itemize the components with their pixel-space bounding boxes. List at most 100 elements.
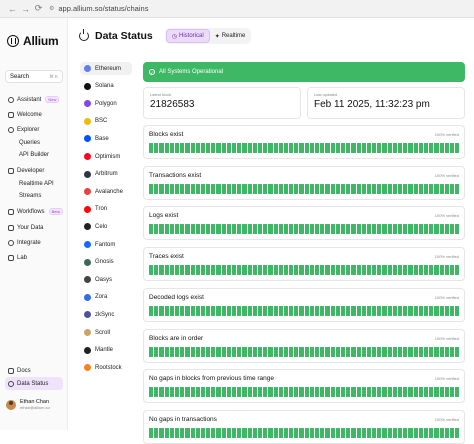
- uptime-bar[interactable]: [408, 224, 413, 235]
- uptime-bar[interactable]: [278, 224, 283, 235]
- uptime-bar[interactable]: [325, 265, 330, 276]
- uptime-bar[interactable]: [190, 265, 195, 276]
- uptime-bar[interactable]: [387, 387, 392, 398]
- uptime-bar[interactable]: [330, 143, 335, 153]
- uptime-bar[interactable]: [149, 265, 154, 276]
- uptime-bar[interactable]: [278, 387, 283, 398]
- uptime-bar[interactable]: [382, 427, 387, 438]
- uptime-bar[interactable]: [211, 224, 216, 235]
- uptime-bar[interactable]: [190, 143, 195, 153]
- uptime-bar[interactable]: [429, 346, 434, 357]
- chain-item-scroll[interactable]: Scroll: [80, 326, 132, 339]
- uptime-bar[interactable]: [408, 305, 413, 316]
- uptime-bar[interactable]: [309, 143, 314, 153]
- uptime-bar[interactable]: [257, 224, 263, 235]
- uptime-bar[interactable]: [216, 143, 221, 153]
- uptime-bar[interactable]: [149, 427, 154, 438]
- uptime-bar[interactable]: [429, 183, 434, 194]
- uptime-bar[interactable]: [434, 265, 439, 276]
- uptime-bar[interactable]: [315, 265, 320, 276]
- uptime-bar[interactable]: [346, 265, 351, 276]
- uptime-bar[interactable]: [429, 387, 434, 398]
- uptime-bar[interactable]: [283, 183, 289, 194]
- uptime-bar[interactable]: [221, 143, 226, 153]
- uptime-bar[interactable]: [252, 305, 257, 316]
- uptime-bar[interactable]: [289, 224, 294, 235]
- sidebar-item-welcome[interactable]: Welcome: [5, 108, 63, 121]
- uptime-bar[interactable]: [159, 346, 164, 357]
- uptime-bar[interactable]: [247, 183, 252, 194]
- uptime-bar[interactable]: [169, 143, 174, 153]
- uptime-bar[interactable]: [169, 305, 174, 316]
- uptime-bar[interactable]: [330, 427, 335, 438]
- uptime-bar[interactable]: [418, 224, 423, 235]
- uptime-bar[interactable]: [382, 143, 387, 153]
- uptime-bar[interactable]: [257, 305, 263, 316]
- uptime-bar[interactable]: [268, 387, 273, 398]
- uptime-bar[interactable]: [387, 427, 392, 438]
- uptime-bar[interactable]: [377, 183, 382, 194]
- uptime-bar[interactable]: [356, 265, 361, 276]
- uptime-bar[interactable]: [304, 224, 309, 235]
- uptime-bar[interactable]: [185, 143, 190, 153]
- uptime-bar[interactable]: [382, 305, 387, 316]
- uptime-bar[interactable]: [299, 183, 304, 194]
- uptime-bar[interactable]: [325, 305, 330, 316]
- uptime-bar[interactable]: [455, 224, 460, 235]
- uptime-bar[interactable]: [377, 346, 382, 357]
- uptime-bar[interactable]: [351, 346, 356, 357]
- uptime-bar[interactable]: [444, 265, 449, 276]
- uptime-bar[interactable]: [299, 265, 304, 276]
- uptime-bar[interactable]: [444, 305, 449, 316]
- uptime-bar[interactable]: [299, 224, 304, 235]
- uptime-bar[interactable]: [315, 427, 320, 438]
- uptime-bar[interactable]: [444, 427, 449, 438]
- uptime-bar[interactable]: [268, 265, 273, 276]
- uptime-bar[interactable]: [242, 183, 247, 194]
- uptime-bar[interactable]: [309, 305, 314, 316]
- uptime-bar[interactable]: [174, 387, 180, 398]
- uptime-bar[interactable]: [392, 305, 397, 316]
- uptime-bar[interactable]: [226, 427, 231, 438]
- chain-item-oasys[interactable]: Oasys: [80, 273, 132, 286]
- user-profile[interactable]: Ethan Chan ethan@allium.so: [6, 399, 50, 410]
- uptime-bar[interactable]: [418, 387, 423, 398]
- uptime-bar[interactable]: [252, 265, 257, 276]
- uptime-bar[interactable]: [263, 346, 268, 357]
- uptime-bar[interactable]: [335, 183, 340, 194]
- uptime-bar[interactable]: [330, 305, 335, 316]
- uptime-bar[interactable]: [413, 346, 418, 357]
- uptime-bar[interactable]: [257, 427, 263, 438]
- uptime-bar[interactable]: [247, 387, 252, 398]
- uptime-bar[interactable]: [154, 143, 159, 153]
- uptime-bar[interactable]: [294, 427, 299, 438]
- uptime-bar[interactable]: [408, 143, 413, 153]
- uptime-bar[interactable]: [185, 265, 190, 276]
- uptime-bar[interactable]: [278, 427, 283, 438]
- uptime-bar[interactable]: [439, 143, 444, 153]
- uptime-bar[interactable]: [268, 183, 273, 194]
- uptime-bar[interactable]: [252, 346, 257, 357]
- uptime-bar[interactable]: [195, 305, 200, 316]
- uptime-bar[interactable]: [289, 346, 294, 357]
- uptime-bar[interactable]: [273, 224, 278, 235]
- uptime-bar[interactable]: [429, 265, 434, 276]
- uptime-bar[interactable]: [154, 183, 159, 194]
- uptime-bar[interactable]: [351, 427, 356, 438]
- uptime-bar[interactable]: [289, 183, 294, 194]
- uptime-bar[interactable]: [309, 427, 314, 438]
- uptime-bar[interactable]: [449, 427, 455, 438]
- uptime-bar[interactable]: [190, 224, 195, 235]
- uptime-bar[interactable]: [200, 387, 206, 398]
- chain-item-polygon[interactable]: Polygon: [80, 97, 132, 110]
- uptime-bar[interactable]: [252, 224, 257, 235]
- uptime-bar[interactable]: [423, 265, 429, 276]
- uptime-bar[interactable]: [335, 427, 340, 438]
- uptime-bar[interactable]: [289, 387, 294, 398]
- uptime-bar[interactable]: [268, 427, 273, 438]
- uptime-bar[interactable]: [455, 387, 460, 398]
- uptime-bar[interactable]: [216, 427, 221, 438]
- uptime-bar[interactable]: [366, 346, 372, 357]
- uptime-bar[interactable]: [268, 224, 273, 235]
- uptime-bar[interactable]: [159, 427, 164, 438]
